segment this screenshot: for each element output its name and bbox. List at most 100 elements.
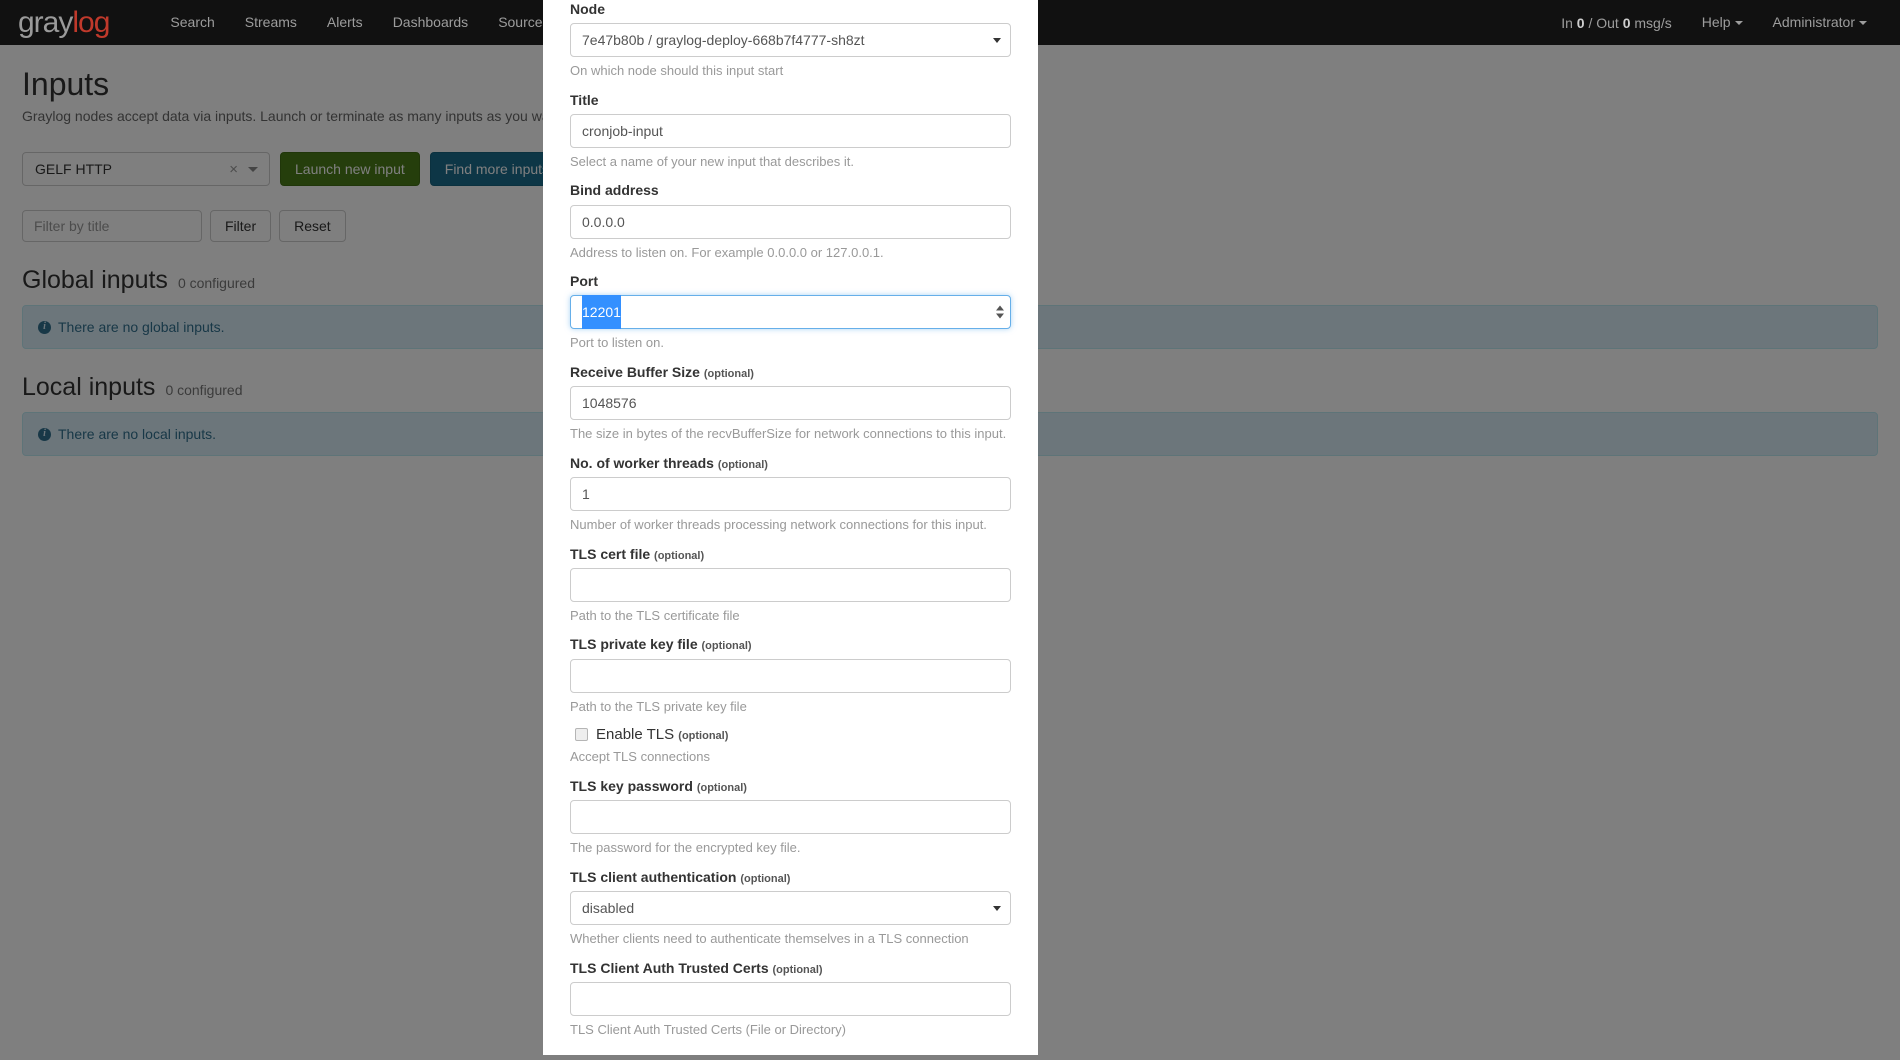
optional-tag: (optional) [678,730,729,743]
nav-item-search-label: Search [170,14,215,30]
field-tls-private-key-file-text: TLS private key file [570,636,698,653]
optional-tag: (optional) [654,549,705,562]
nav-item-streams-label: Streams [244,14,297,30]
nav-item-streams[interactable]: Streams [230,0,312,45]
nav-item-help-label: Help [1701,14,1731,30]
throughput-out-value: 0 [1622,14,1631,31]
tls-client-auth-trusted-certs-input[interactable] [570,981,1011,1016]
throughput-indicator: In 0 / Out 0 msg/s [1546,15,1687,31]
tls-client-authentication-select[interactable]: disabled [570,891,1011,925]
throughput-suffix: msg/s [1630,14,1672,31]
nav-item-alerts[interactable]: Alerts [312,0,378,45]
field-tls-key-password-text: TLS key password [570,777,693,794]
field-enable-tls-help: Accept TLS connections [570,749,710,765]
field-title-help: Select a name of your new input that des… [570,153,854,169]
optional-tag: (optional) [740,872,791,885]
field-receive-buffer-size-text: Receive Buffer Size [570,363,700,380]
field-tls-client-auth-trusted-certs-label: TLS Client Auth Trusted Certs (optional) [570,959,1011,977]
field-tls-client-auth-trusted-certs-help: TLS Client Auth Trusted Certs (File or D… [570,1021,846,1037]
field-tls-key-password: TLS key password (optional) The password… [570,777,1011,857]
field-tls-client-authentication: TLS client authentication (optional) dis… [570,868,1011,948]
node-select[interactable]: 7e47b80b / graylog-deploy-668b7f4777-sh8… [570,23,1011,58]
field-tls-cert-file-help: Path to the TLS certificate file [570,607,740,623]
enable-tls-label: Enable TLS (optional) [596,726,728,743]
port-input-wrapper: 12201 [570,295,1011,330]
field-tls-client-auth-trusted-certs-text: TLS Client Auth Trusted Certs [570,959,769,976]
tls-client-authentication-value: disabled [582,900,635,916]
optional-tag: (optional) [703,367,754,380]
throughput-in-value: 0 [1576,14,1585,31]
field-worker-threads: No. of worker threads (optional) Number … [570,454,1011,534]
nav-item-user-menu[interactable]: Administrator [1758,0,1882,45]
nav-item-alerts-label: Alerts [326,14,363,30]
field-title: Title Select a name of your new input th… [570,91,1011,171]
nav-item-help[interactable]: Help [1687,0,1758,45]
bind-address-input[interactable] [570,204,1011,239]
field-port-label: Port [570,273,598,290]
field-port: Port 12201 Port to listen on. [570,272,1011,352]
nav-item-user-label: Administrator [1772,14,1855,30]
field-receive-buffer-size-label: Receive Buffer Size (optional) [570,363,1011,381]
field-tls-cert-file-label: TLS cert file (optional) [570,545,1011,563]
node-select-value: 7e47b80b / graylog-deploy-668b7f4777-sh8… [582,32,865,49]
optional-tag: (optional) [696,781,747,794]
field-tls-private-key-file-label: TLS private key file (optional) [570,635,1011,653]
tls-cert-file-input[interactable] [570,567,1011,602]
chevron-down-icon [1734,21,1743,26]
field-tls-client-authentication-label: TLS client authentication (optional) [570,868,1011,886]
field-tls-client-auth-trusted-certs: TLS Client Auth Trusted Certs (optional)… [570,959,1011,1039]
nav-item-dashboards-label: Dashboards [392,14,469,30]
nav-right-group: In 0 / Out 0 msg/s Help Administrator [1546,0,1882,45]
nav-item-sources-label: Sources [498,14,550,30]
field-worker-threads-text: No. of worker threads [570,454,714,471]
field-tls-key-password-help: The password for the encrypted key file. [570,840,801,856]
field-tls-client-authentication-help: Whether clients need to authenticate the… [570,931,969,946]
stepper-down-icon[interactable] [996,313,1004,319]
optional-tag: (optional) [772,963,823,976]
field-bind-address-help: Address to listen on. For example 0.0.0.… [570,244,884,260]
field-tls-private-key-file-help: Path to the TLS private key file [570,698,747,714]
field-node-label: Node [570,1,605,17]
chevron-down-icon [993,905,1001,911]
field-tls-client-authentication-text: TLS client authentication [570,868,737,885]
field-bind-address: Bind address Address to listen on. For e… [570,181,1011,261]
throughput-mid: / Out [1584,14,1623,31]
enable-tls-checkbox[interactable] [575,728,588,742]
tls-private-key-file-input[interactable] [570,658,1011,693]
port-number-stepper[interactable] [996,305,1004,319]
enable-tls-checkbox-row[interactable]: Enable TLS (optional) [575,726,1011,743]
field-tls-key-password-label: TLS key password (optional) [570,777,1011,795]
field-receive-buffer-size-help: The size in bytes of the recvBufferSize … [570,426,1007,442]
nav-item-search[interactable]: Search [155,0,229,45]
stepper-up-icon[interactable] [996,305,1004,311]
tls-key-password-input[interactable] [570,800,1011,835]
port-input-value: 12201 [582,295,621,330]
enable-tls-label-text: Enable TLS [596,726,675,744]
worker-threads-input[interactable] [570,477,1011,512]
chevron-down-icon [1859,21,1867,26]
graylog-logo[interactable]: gray log [18,5,110,39]
field-enable-tls: Enable TLS (optional) Accept TLS connect… [570,726,1011,766]
field-worker-threads-help: Number of worker threads processing netw… [570,517,987,533]
field-bind-address-label: Bind address [570,182,659,199]
field-receive-buffer-size: Receive Buffer Size (optional) The size … [570,363,1011,443]
throughput-prefix: In [1561,14,1577,31]
field-title-label: Title [570,91,599,108]
port-input[interactable]: 12201 [570,295,1011,330]
field-tls-cert-file-text: TLS cert file [570,545,651,562]
field-tls-cert-file: TLS cert file (optional) Path to the TLS… [570,545,1011,625]
field-worker-threads-label: No. of worker threads (optional) [570,454,1011,472]
optional-tag: (optional) [717,458,768,471]
nav-item-dashboards[interactable]: Dashboards [378,0,484,45]
title-input[interactable] [570,113,1011,148]
logo-text-log: log [72,5,110,39]
chevron-down-icon [993,37,1001,43]
logo-text-gray: gray [18,5,73,39]
field-tls-private-key-file: TLS private key file (optional) Path to … [570,635,1011,715]
optional-tag: (optional) [701,640,752,653]
receive-buffer-size-input[interactable] [570,386,1011,421]
launch-input-modal: Node 7e47b80b / graylog-deploy-668b7f477… [543,0,1038,1055]
field-node-help: On which node should this input start [570,63,784,79]
field-port-help: Port to listen on. [570,335,664,351]
field-node: Node 7e47b80b / graylog-deploy-668b7f477… [570,0,1011,80]
